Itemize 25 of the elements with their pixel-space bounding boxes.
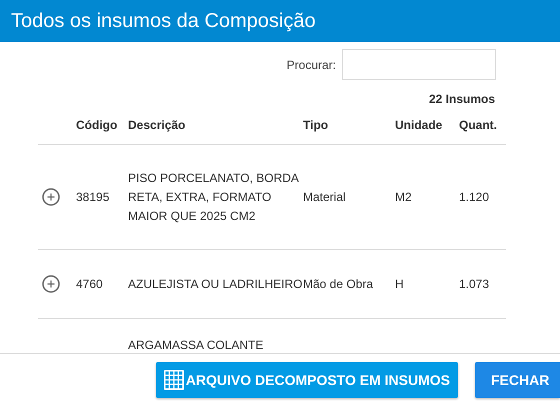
table-cell: 1.120: [459, 190, 490, 204]
table-cell: H: [395, 276, 404, 290]
table-cell: Material: [303, 190, 346, 204]
export-button[interactable]: ARQUIVO DECOMPOSTO EM INSUMOS: [156, 362, 458, 398]
table-cell: 4760: [76, 276, 103, 290]
column-header: Descrição: [128, 118, 186, 132]
table-cell: 38195: [76, 190, 110, 204]
table-cell: 1.073: [459, 276, 490, 290]
window-title: Todos os insumos da Composição: [11, 10, 316, 32]
column-header: Tipo: [303, 118, 328, 132]
table-cell: ARGAMASSA COLANTE: [128, 338, 264, 352]
item-count: 22 Insumos: [428, 92, 496, 106]
expand-icon[interactable]: [42, 275, 60, 293]
column-header: Quant.: [459, 118, 497, 132]
column-header: Unidade: [395, 118, 442, 132]
table-cell: M2: [395, 190, 412, 204]
column-header: Código: [76, 118, 118, 132]
expand-icon[interactable]: [42, 188, 60, 206]
close-button[interactable]: FECHAR: [475, 362, 560, 398]
table-cell: PISO PORCELANATO, BORDA RETA, EXTRA, FORMATO MAIOR QUE 2025 CM2: [128, 170, 298, 222]
grid-icon: [164, 370, 184, 390]
search-field[interactable]: [342, 49, 496, 80]
search-label: Procurar:: [286, 58, 336, 72]
table-cell: AZULEJISTA OU LADRILHEIRO: [128, 276, 302, 290]
table-cell: Mão de Obra: [303, 276, 374, 290]
